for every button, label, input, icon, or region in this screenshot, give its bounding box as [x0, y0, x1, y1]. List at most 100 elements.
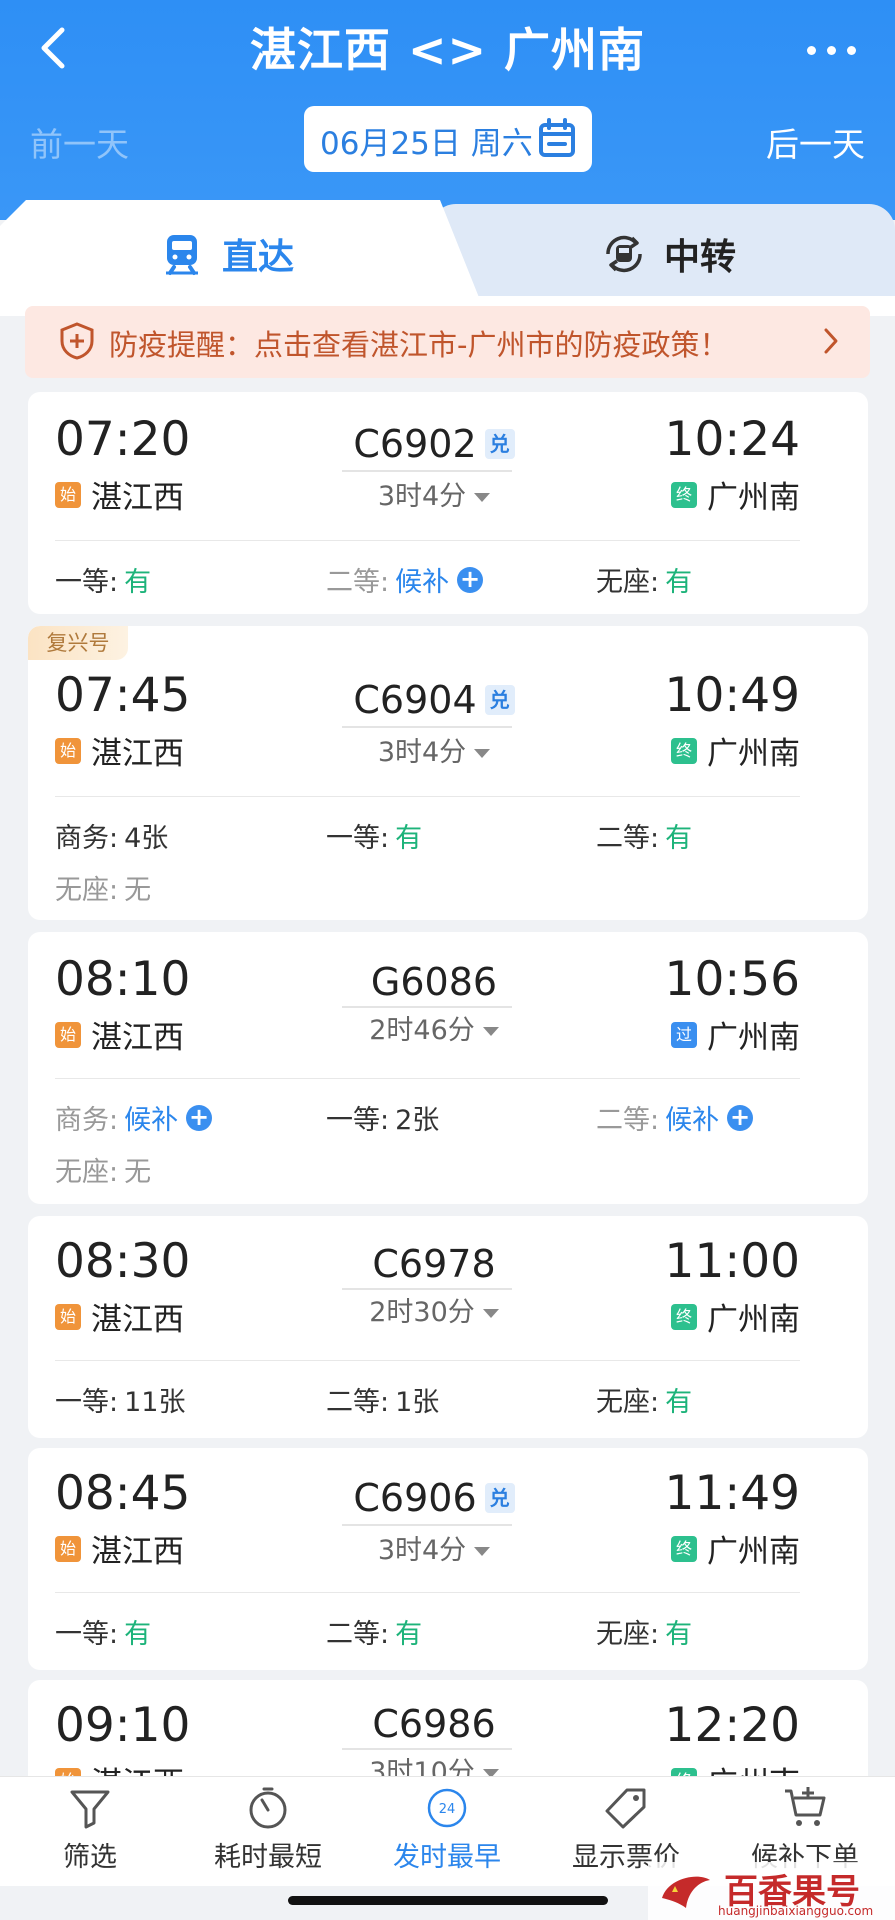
filter-label: 筛选	[63, 1842, 117, 1873]
duration-toggle[interactable]: 3时4分	[328, 474, 540, 513]
terminal-tag: 终	[671, 1767, 697, 1776]
seat-no-seat: 无座: 有	[596, 1612, 692, 1651]
more-button[interactable]	[807, 28, 861, 68]
cart-plus-icon	[785, 1787, 826, 1826]
next-day-button[interactable]: 后一天	[766, 118, 865, 166]
arrival-station-name: 广州南	[707, 1534, 800, 1570]
train-card[interactable]: 09:10 始 湛江西 C6986 3时10分 12:20 终 广州南	[28, 1680, 868, 1776]
departure-time: 08:10	[55, 952, 191, 1007]
seat-no-seat: 无座: 无	[55, 868, 151, 907]
prev-day-button[interactable]: 前一天	[30, 118, 129, 166]
seat-value: 11张	[124, 1387, 186, 1418]
seat-value: 无	[124, 1157, 152, 1188]
filter-button[interactable]: 筛选	[10, 1785, 170, 1874]
chevron-right-icon	[824, 328, 838, 354]
departure-station: 始 湛江西	[55, 1294, 184, 1339]
stopwatch-icon	[249, 1787, 287, 1829]
train-card[interactable]: 复兴号 07:45 始 湛江西 C6904 兑 3时4分 10:49 终 广州南…	[28, 626, 868, 920]
origin-tag: 始	[55, 1535, 81, 1562]
divider	[55, 796, 800, 797]
arrival-station-name: 广州南	[707, 736, 800, 772]
seat-value: 有	[665, 1387, 693, 1418]
terminal-tag: 终	[671, 1303, 697, 1330]
seat-business[interactable]: 商务: 候补 +	[55, 1098, 213, 1137]
seat-value: 候补	[395, 567, 450, 598]
train-card[interactable]: 08:30 始 湛江西 C6978 2时30分 11:00 终 广州南 一等: …	[28, 1216, 868, 1438]
origin-tag: 始	[55, 737, 81, 764]
page-title: 湛江西 <> 广州南	[249, 23, 646, 77]
caret-down-icon	[482, 1769, 499, 1776]
caret-down-icon	[474, 749, 491, 758]
divider	[55, 540, 800, 541]
redeem-tag: 兑	[484, 429, 515, 459]
seat-second-class[interactable]: 二等: 候补 +	[596, 1098, 754, 1137]
tab-direct[interactable]: 直达	[160, 228, 294, 280]
train-icon	[166, 235, 198, 275]
seat-value: 有	[665, 567, 693, 598]
watermark-logo-icon	[662, 1876, 710, 1908]
arrival-station-name: 广州南	[707, 1302, 800, 1338]
origin-tag: 始	[55, 1021, 81, 1048]
caret-down-icon	[474, 1547, 491, 1556]
sort-shortest-button[interactable]: 耗时最短	[188, 1785, 348, 1874]
seat-label: 无座:	[596, 1619, 660, 1650]
train-line	[342, 470, 512, 472]
seat-first-class: 一等: 有	[55, 1612, 151, 1651]
duration-toggle[interactable]: 3时10分	[328, 1750, 540, 1776]
seat-label: 一等:	[55, 1387, 119, 1418]
seat-value: 候补	[665, 1105, 720, 1136]
seat-label: 无座:	[596, 567, 660, 598]
plus-circle-icon[interactable]: +	[186, 1104, 213, 1131]
seat-no-seat: 无座: 有	[596, 1380, 692, 1419]
seat-first-class: 一等: 有	[55, 560, 151, 599]
sort-earliest-button[interactable]: 24 发时最早	[367, 1785, 527, 1874]
header: 湛江西 <> 广州南 前一天 06月25日 周六 后一天	[0, 0, 895, 220]
departure-station-name: 湛江西	[91, 1758, 184, 1776]
departure-station-name: 湛江西	[91, 1020, 184, 1056]
seat-second-class[interactable]: 二等: 候补 +	[326, 560, 484, 599]
seat-second-class: 二等: 有	[326, 1612, 422, 1651]
origin-tag: 始	[55, 1767, 81, 1776]
tab-bar: 直达 中转	[0, 200, 895, 304]
plus-circle-icon[interactable]: +	[727, 1104, 754, 1131]
caret-down-icon	[474, 493, 491, 502]
seat-label: 二等:	[326, 567, 390, 598]
departure-station-name: 湛江西	[91, 1302, 184, 1338]
arrival-station: 终 广州南	[671, 728, 800, 773]
duration-toggle[interactable]: 3时4分	[328, 1528, 540, 1567]
duration-toggle[interactable]: 3时4分	[328, 730, 540, 769]
train-number: G6086	[328, 960, 540, 1004]
tab-transfer[interactable]: 中转	[602, 228, 736, 280]
plus-circle-icon[interactable]: +	[457, 566, 484, 593]
home-indicator	[288, 1896, 608, 1905]
train-number-text: C6978	[372, 1242, 496, 1286]
departure-station-name: 湛江西	[91, 1534, 184, 1570]
seat-first-class: 一等: 有	[326, 816, 422, 855]
seat-label: 二等:	[326, 1387, 390, 1418]
train-line	[342, 1524, 512, 1526]
train-list: 07:20 始 湛江西 C6902 兑 3时4分 10:24 终 广州南 一等:…	[0, 388, 895, 1776]
redeem-tag: 兑	[484, 1483, 515, 1513]
epidemic-notice-banner[interactable]: 防疫提醒：点击查看湛江市-广州市的防疫政策！	[25, 306, 870, 378]
train-number-text: C6902	[353, 422, 477, 466]
notice-text: 防疫提醒：点击查看湛江市-广州市的防疫政策！	[109, 328, 729, 362]
train-card[interactable]: 07:20 始 湛江西 C6902 兑 3时4分 10:24 终 广州南 一等:…	[28, 392, 868, 614]
date-selector[interactable]: 06月25日 周六	[304, 106, 592, 172]
arrival-station-name: 广州南	[707, 480, 800, 516]
train-card[interactable]: 08:45 始 湛江西 C6906 兑 3时4分 11:49 终 广州南 一等:…	[28, 1448, 868, 1670]
departure-station-name: 湛江西	[91, 736, 184, 772]
duration-text: 2时46分	[369, 1015, 475, 1046]
seat-value: 1张	[395, 1387, 440, 1418]
arrival-time: 12:20	[664, 1698, 800, 1753]
duration-toggle[interactable]: 2时30分	[328, 1290, 540, 1329]
seat-value: 有	[124, 567, 152, 598]
seat-business: 商务: 4张	[55, 816, 168, 855]
train-number: C6986	[328, 1702, 540, 1746]
show-price-button[interactable]: 显示票价	[546, 1785, 706, 1874]
date-label: 06月25日 周六	[320, 126, 533, 162]
train-card[interactable]: 08:10 始 湛江西 G6086 2时46分 10:56 过 广州南 商务: …	[28, 932, 868, 1204]
train-number-text: C6906	[353, 1476, 477, 1520]
waitlist-order-button[interactable]: 候补下单	[725, 1785, 885, 1874]
seat-label: 无座:	[596, 1387, 660, 1418]
duration-toggle[interactable]: 2时46分	[328, 1008, 540, 1047]
